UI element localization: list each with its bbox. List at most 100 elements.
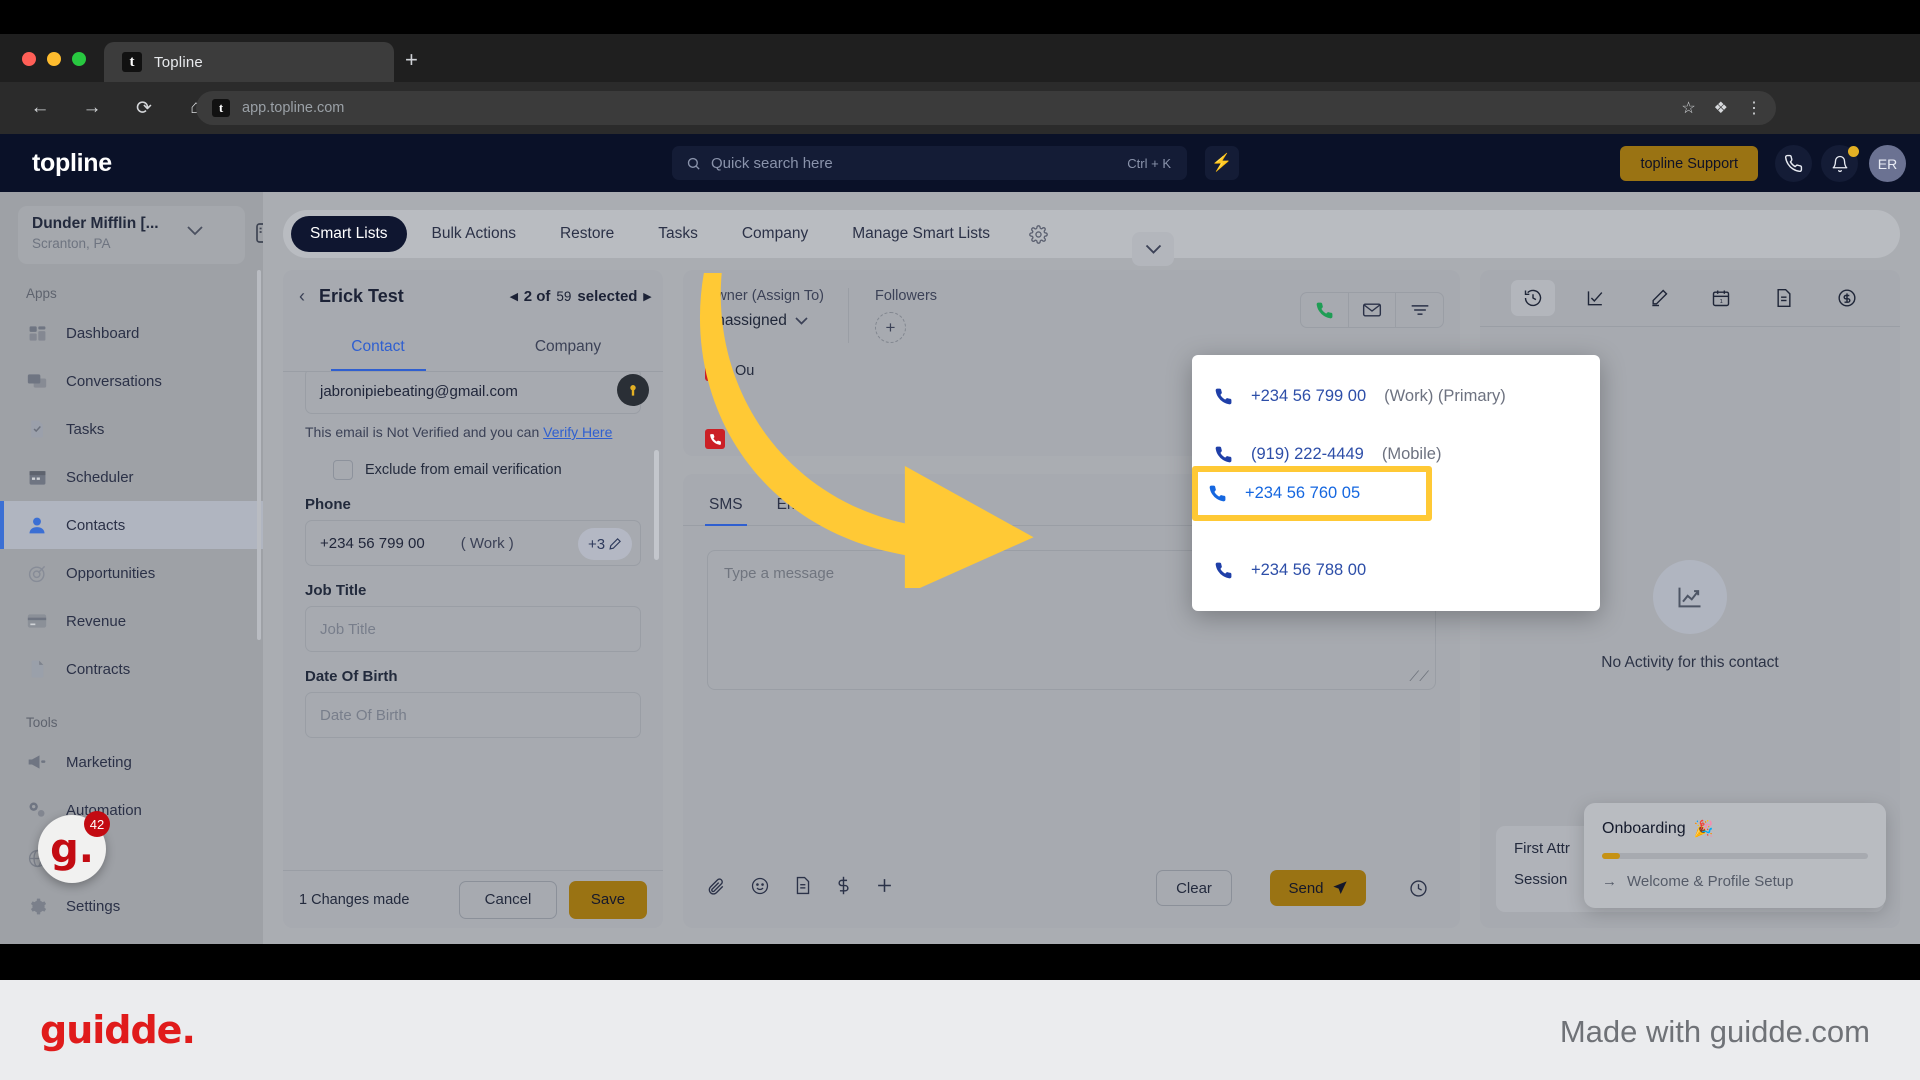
phone-option[interactable]: +234 56 788 00	[1192, 541, 1600, 599]
prev-contact-icon[interactable]: ◂	[510, 287, 518, 305]
quick-actions-bolt-icon[interactable]: ⚡	[1205, 146, 1239, 180]
verify-here-link[interactable]: Verify Here	[543, 424, 612, 440]
maximize-window-button[interactable]	[72, 52, 86, 66]
highlighted-phone-option[interactable]: +234 56 760 05	[1192, 466, 1432, 521]
new-tab-button[interactable]: +	[405, 49, 418, 71]
bookmark-star-icon[interactable]: ☆	[1681, 98, 1695, 118]
phone-more-button[interactable]: +3	[578, 528, 632, 561]
sidebar-item-revenue[interactable]: Revenue	[0, 597, 263, 645]
appointment-icon[interactable]: 1	[1699, 280, 1743, 316]
address-bar[interactable]: t app.topline.com ☆ ❖ ⋮	[196, 91, 1776, 125]
add-follower-button[interactable]: +	[875, 312, 906, 343]
schedule-send-icon[interactable]	[1400, 870, 1436, 906]
dialer-icon[interactable]	[1775, 145, 1812, 182]
resize-handle-icon[interactable]: ⟋⟋	[1409, 668, 1429, 685]
org-switcher[interactable]: Dunder Mifflin [... Scranton, PA	[18, 206, 278, 264]
conversations-icon	[26, 370, 48, 392]
support-button[interactable]: topline Support	[1620, 146, 1758, 181]
sidebar-item-conversations[interactable]: Conversations	[0, 357, 263, 405]
activity-icon[interactable]	[1511, 280, 1556, 316]
close-window-button[interactable]	[22, 52, 36, 66]
selection-label: 2 of	[523, 287, 551, 305]
app-logo: topline	[32, 148, 112, 177]
template-icon[interactable]	[795, 876, 811, 900]
tab-tasks[interactable]: Tasks	[639, 216, 717, 252]
back-chevron-icon[interactable]: ‹	[299, 286, 305, 307]
note-icon[interactable]	[1637, 280, 1681, 316]
clear-button[interactable]: Clear	[1156, 870, 1232, 906]
onboarding-popup[interactable]: Onboarding 🎉 → Welcome & Profile Setup	[1584, 803, 1886, 908]
extensions-icon[interactable]: ❖	[1714, 98, 1728, 118]
window-traffic-lights[interactable]	[22, 52, 86, 66]
sidebar-item-scheduler[interactable]: Scheduler	[0, 453, 263, 501]
job-title-label: Job Title	[305, 582, 367, 600]
sidebar-item-tasks[interactable]: Tasks	[0, 405, 263, 453]
tab-contact[interactable]: Contact	[283, 322, 473, 371]
phone-field[interactable]: +234 56 799 00 ( Work ) +3	[305, 520, 641, 567]
email-button[interactable]	[1348, 292, 1396, 328]
reload-icon[interactable]: ⟳	[124, 88, 164, 128]
attachment-icon[interactable]	[707, 877, 725, 900]
sidebar-item-label: Scheduler	[66, 468, 134, 486]
tab-email[interactable]: Email	[777, 496, 816, 525]
call-button[interactable]	[1300, 292, 1348, 328]
tab-restore[interactable]: Restore	[541, 216, 633, 252]
selection-pager[interactable]: ◂ 2 of 59 selected ▸	[510, 287, 651, 306]
owner-select[interactable]: Unassigned	[705, 312, 824, 330]
sidebar-scrollbar[interactable]	[257, 270, 261, 640]
tab-bulk-actions[interactable]: Bulk Actions	[413, 216, 535, 252]
job-title-field[interactable]: Job Title	[305, 606, 641, 653]
sidebar-section-tools: Tools	[26, 715, 58, 730]
screenshot-root: t Topline + ← → ⟳ ⌂ t app.topline.com ☆ …	[0, 0, 1920, 1080]
user-avatar[interactable]: ER	[1869, 145, 1906, 182]
exclude-verification-checkbox[interactable]	[333, 460, 353, 481]
sidebar-item-contracts[interactable]: Contracts	[0, 645, 263, 693]
contact-form-scrollbar[interactable]	[654, 450, 659, 560]
chevron-down-icon[interactable]	[187, 224, 203, 239]
email-status-badge[interactable]	[617, 374, 649, 406]
sidebar-item-dashboard[interactable]: Dashboard	[0, 309, 263, 357]
tab-smart-lists[interactable]: Smart Lists	[291, 216, 407, 252]
dob-field[interactable]: Date Of Birth	[305, 692, 641, 739]
next-contact-icon[interactable]: ▸	[643, 287, 651, 305]
cancel-button[interactable]: Cancel	[459, 880, 557, 919]
document-icon[interactable]	[1762, 280, 1806, 316]
tab-company[interactable]: Company	[473, 322, 663, 371]
browser-menu-icon[interactable]: ⋮	[1746, 98, 1762, 118]
sidebar-item-label: Marketing	[66, 753, 132, 771]
notifications-icon[interactable]	[1821, 145, 1859, 182]
phone-icon	[1215, 388, 1232, 404]
guidde-widget-button[interactable]: g. 42	[38, 811, 110, 883]
sidebar-item-settings[interactable]: Settings	[0, 882, 263, 930]
task-icon[interactable]	[1574, 280, 1618, 316]
payment-icon[interactable]	[837, 876, 850, 900]
phone-label: Phone	[305, 496, 351, 514]
save-button[interactable]: Save	[569, 880, 647, 919]
tab-sms[interactable]: SMS	[705, 496, 747, 526]
quick-search-input[interactable]: Quick search here Ctrl + K	[672, 146, 1187, 180]
search-icon	[687, 157, 700, 170]
phone-option[interactable]: +234 56 799 00 (Work) (Primary)	[1192, 367, 1600, 425]
payment-icon[interactable]	[1825, 280, 1869, 316]
sidebar-item-automation[interactable]: Automation	[0, 786, 263, 834]
send-button[interactable]: Send	[1270, 870, 1366, 906]
filter-button[interactable]	[1396, 292, 1444, 328]
sidebar-item-marketing[interactable]: Marketing	[0, 738, 263, 786]
phone-more-count: +3	[587, 535, 606, 553]
email-field[interactable]: jabronipiebeating@gmail.com	[305, 372, 641, 414]
add-icon[interactable]	[876, 877, 893, 899]
settings-gear-icon[interactable]	[1023, 219, 1053, 249]
browser-tab[interactable]: t Topline	[104, 42, 394, 82]
sidebar-item-contacts[interactable]: Contacts	[0, 501, 263, 549]
back-icon[interactable]: ←	[20, 88, 60, 128]
onboarding-step[interactable]: → Welcome & Profile Setup	[1602, 873, 1868, 890]
tab-manage-smart-lists[interactable]: Manage Smart Lists	[833, 216, 1009, 252]
expand-chevron-icon[interactable]	[1132, 232, 1174, 266]
forward-icon[interactable]: →	[72, 88, 112, 128]
emoji-icon[interactable]	[751, 877, 769, 900]
owner-value: Unassigned	[705, 312, 787, 329]
tab-company[interactable]: Company	[723, 216, 827, 252]
minimize-window-button[interactable]	[47, 52, 61, 66]
exclude-verification-row[interactable]: Exclude from email verification	[333, 460, 641, 481]
sidebar-item-opportunities[interactable]: Opportunities	[0, 549, 263, 597]
